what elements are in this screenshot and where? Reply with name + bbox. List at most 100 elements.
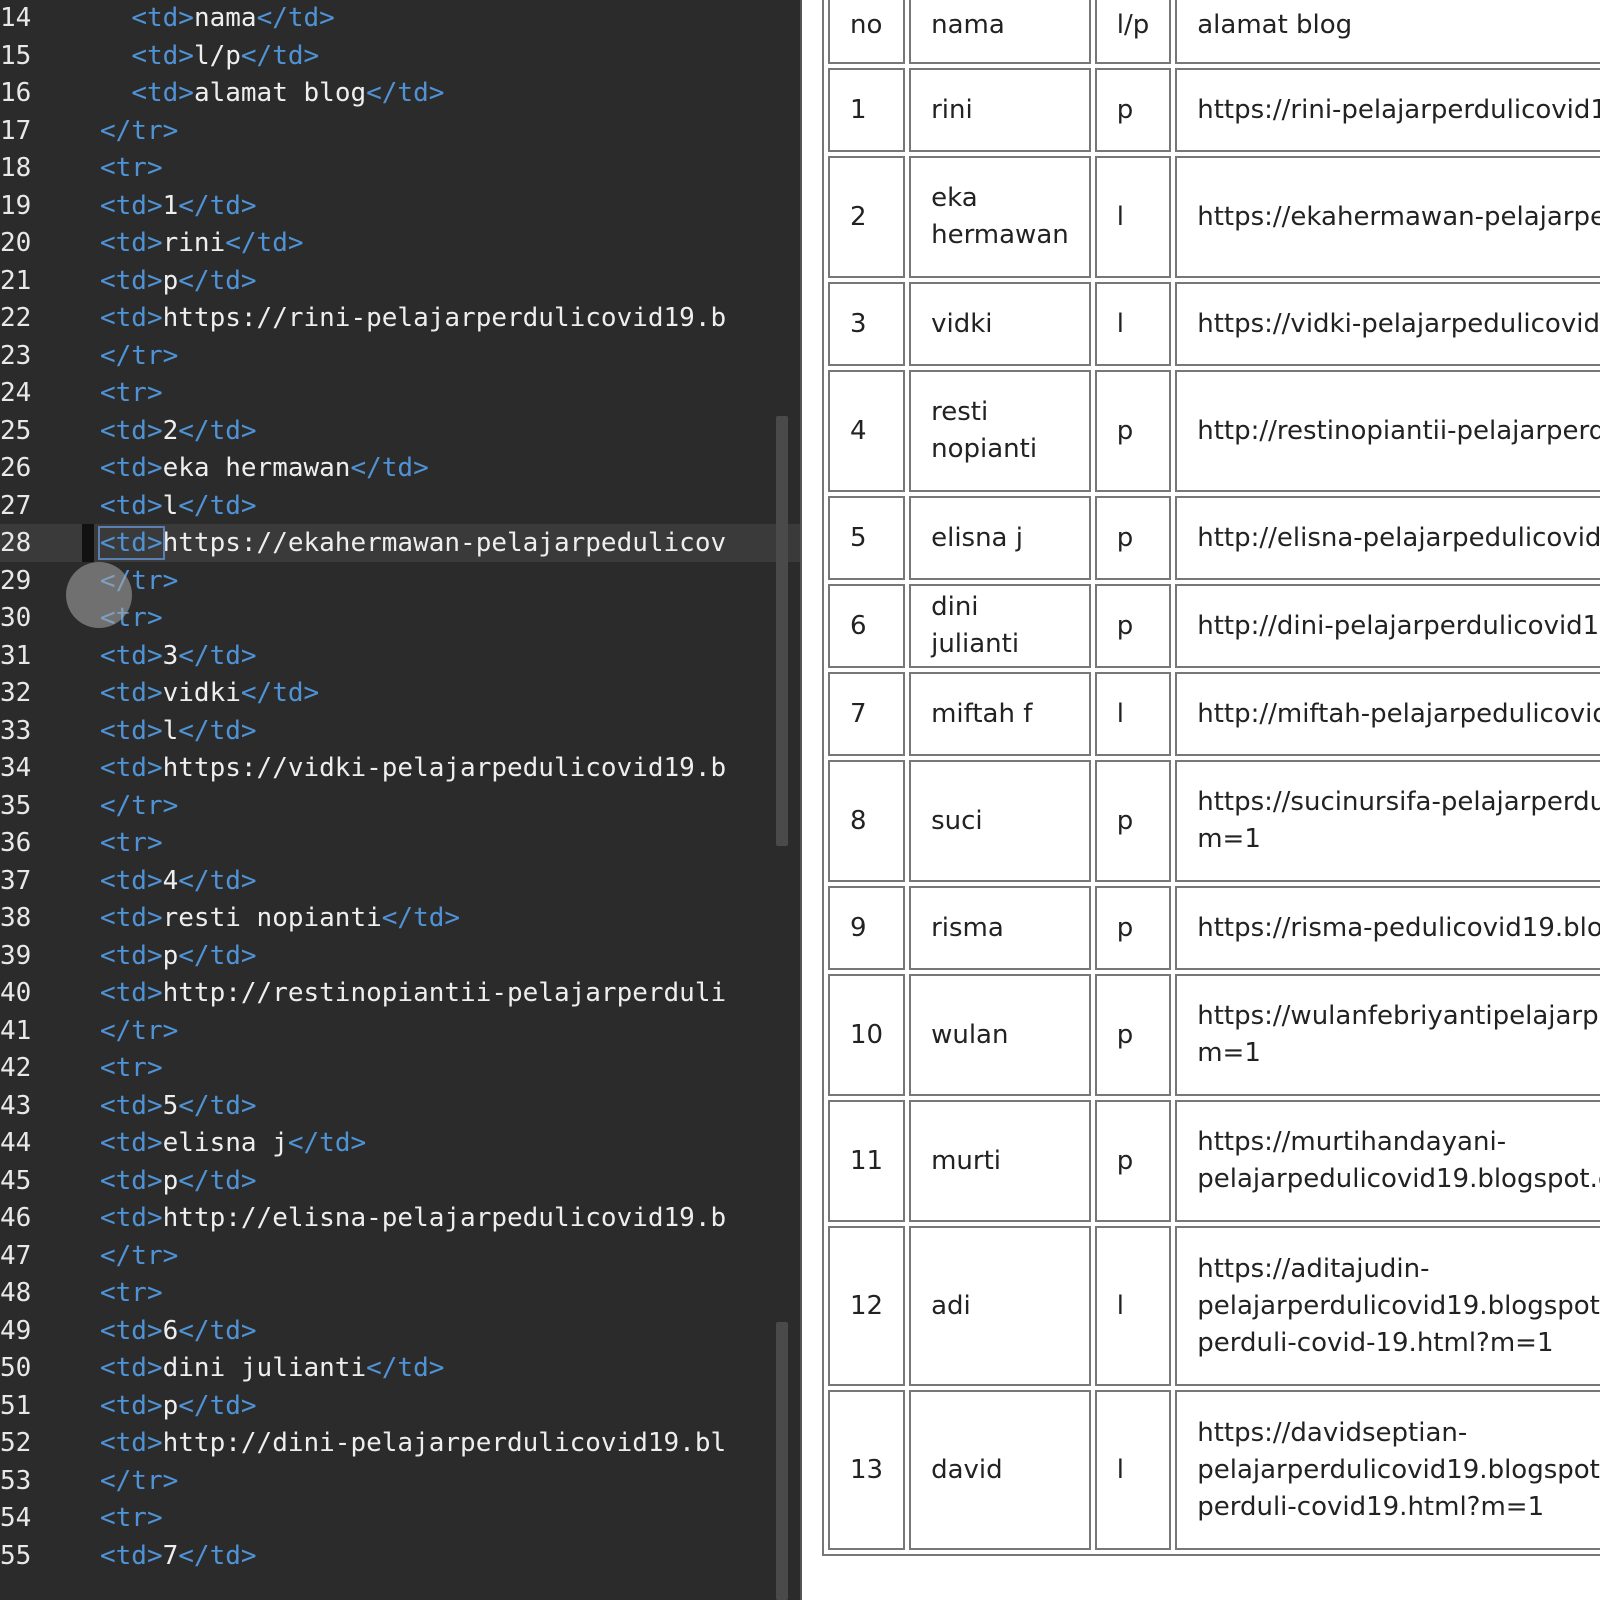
code-text[interactable]: <tr>: [100, 1499, 163, 1537]
code-line[interactable]: 51 <td>p</td>: [0, 1387, 800, 1425]
code-text[interactable]: <td>4</td>: [100, 862, 257, 900]
code-text[interactable]: <tr>: [100, 1274, 163, 1312]
code-line[interactable]: 48 <tr>: [0, 1274, 800, 1312]
code-line[interactable]: 27 <td>l</td>: [0, 487, 800, 525]
code-text[interactable]: <tr>: [100, 1049, 163, 1087]
code-text[interactable]: <td>5</td>: [100, 1087, 257, 1125]
code-line[interactable]: 33 <td>l</td>: [0, 712, 800, 750]
code-line[interactable]: 54 <tr>: [0, 1499, 800, 1537]
code-text[interactable]: </tr>: [100, 1462, 178, 1500]
code-line[interactable]: 41 </tr>: [0, 1012, 800, 1050]
code-text[interactable]: <td>elisna j</td>: [100, 1124, 366, 1162]
code-text[interactable]: <td>l/p</td>: [100, 37, 319, 75]
code-line[interactable]: 40 <td>http://restinopiantii-pelajarperdu…: [0, 974, 800, 1012]
code-text[interactable]: <td>2</td>: [100, 412, 257, 450]
code-line[interactable]: 25 <td>2</td>: [0, 412, 800, 450]
code-line[interactable]: 42 <tr>: [0, 1049, 800, 1087]
code-text[interactable]: <td>l</td>: [100, 712, 257, 750]
code-line[interactable]: 43 <td>5</td>: [0, 1087, 800, 1125]
code-line[interactable]: 17 </tr>: [0, 112, 800, 150]
code-line[interactable]: 50 <td>dini julianti</td>: [0, 1349, 800, 1387]
code-text[interactable]: <td>p</td>: [100, 937, 257, 975]
code-line[interactable]: 36 <tr>: [0, 824, 800, 862]
line-number: 38: [0, 903, 32, 933]
code-line[interactable]: 21 <td>p</td>: [0, 262, 800, 300]
code-text[interactable]: <td>1</td>: [100, 187, 257, 225]
cell-no: 2: [828, 156, 906, 278]
code-line[interactable]: 23 </tr>: [0, 337, 800, 375]
code-text[interactable]: <td>https://vidki-pelajarpedulicovid19.b: [100, 749, 726, 787]
code-line[interactable]: 31 <td>3</td>: [0, 637, 800, 675]
code-line[interactable]: 28 <td>https://ekahermawan-pelajarpedulic…: [0, 524, 800, 562]
code-text[interactable]: <td>http://elisna-pelajarpedulicovid19.b: [100, 1199, 726, 1237]
code-line[interactable]: 46 <td>http://elisna-pelajarpedulicovid19…: [0, 1199, 800, 1237]
code-text[interactable]: </tr>: [100, 787, 178, 825]
code-text[interactable]: <td>http://dini-pelajarperdulicovid19.bl: [100, 1424, 726, 1462]
code-text[interactable]: <td>p</td>: [100, 1162, 257, 1200]
code-text[interactable]: <td>http://restinopiantii-pelajarperduli: [100, 974, 726, 1012]
code-line[interactable]: 38 <td>resti nopianti</td>: [0, 899, 800, 937]
code-line[interactable]: 20 <td>rini</td>: [0, 224, 800, 262]
cell-url: https://ekahermawan-pelajarpedulicov: [1175, 156, 1600, 278]
code-line[interactable]: 44 <td>elisna j</td>: [0, 1124, 800, 1162]
table-row: 10wulanphttps://wulanfebriyantipelajarpe…: [828, 974, 1600, 1096]
code-line[interactable]: 35 </tr>: [0, 787, 800, 825]
code-line[interactable]: 32 <td>vidki</td>: [0, 674, 800, 712]
line-number: 21: [0, 265, 32, 296]
code-text[interactable]: <td>https://rini-pelajarperdulicovid19.b: [100, 299, 726, 337]
code-line[interactable]: 52 <td>http://dini-pelajarperdulicovid19.…: [0, 1424, 800, 1462]
code-line[interactable]: 53 </tr>: [0, 1462, 800, 1500]
code-tag: <tr>: [100, 378, 163, 408]
line-number: 43: [0, 1090, 32, 1121]
code-text[interactable]: <td>nama</td>: [100, 0, 335, 37]
code-content: l: [162, 715, 179, 746]
html-preview-pane[interactable]: no nama l/p alamat blog 1 rini p https://ri…: [800, 0, 1600, 1600]
code-text[interactable]: <tr>: [100, 149, 163, 187]
cell-url: http://dini-pelajarperdulicovid19.blogsp: [1175, 584, 1600, 668]
code-editor-pane[interactable]: 14 <td>nama</td> 15 <td>l/p</td> 16 <td>al…: [0, 0, 800, 1600]
code-line[interactable]: 14 <td>nama</td>: [0, 0, 800, 37]
code-line[interactable]: 18 <tr>: [0, 149, 800, 187]
code-text[interactable]: <td>p</td>: [100, 1387, 257, 1425]
code-line[interactable]: 22 <td>https://rini-pelajarperdulicovid19…: [0, 299, 800, 337]
code-line[interactable]: 34 <td>https://vidki-pelajarpedulicovid19…: [0, 749, 800, 787]
code-text[interactable]: <td>3</td>: [100, 637, 257, 675]
code-tag: </td>: [178, 865, 257, 896]
code-line[interactable]: 16 <td>alamat blog</td>: [0, 74, 800, 112]
code-line[interactable]: 37 <td>4</td>: [0, 862, 800, 900]
code-text[interactable]: <td>7</td>: [100, 1537, 257, 1575]
code-line[interactable]: 45 <td>p</td>: [0, 1162, 800, 1200]
code-line[interactable]: 19 <td>1</td>: [0, 187, 800, 225]
code-line[interactable]: 49 <td>6</td>: [0, 1312, 800, 1350]
code-text[interactable]: <td>6</td>: [100, 1312, 257, 1350]
code-text[interactable]: <td>l</td>: [100, 487, 257, 525]
code-line[interactable]: 47 </tr>: [0, 1237, 800, 1275]
code-text[interactable]: <td>rini</td>: [100, 224, 304, 262]
code-text[interactable]: <td>eka hermawan</td>: [100, 449, 429, 487]
code-text[interactable]: </tr>: [100, 1012, 178, 1050]
code-text[interactable]: <td>dini julianti</td>: [100, 1349, 444, 1387]
line-number: 18: [0, 153, 32, 183]
cell-no: 9: [828, 886, 906, 970]
code-text[interactable]: <td>vidki</td>: [100, 674, 319, 712]
code-text[interactable]: <td>alamat blog</td>: [100, 74, 444, 112]
code-text[interactable]: </tr>: [100, 1237, 178, 1275]
code-text[interactable]: <tr>: [100, 374, 163, 412]
code-line[interactable]: 26 <td>eka hermawan</td>: [0, 449, 800, 487]
code-text[interactable]: <td>p</td>: [100, 262, 257, 300]
editor-scrollbar-lower[interactable]: [776, 1322, 788, 1600]
editor-scrollbar-upper[interactable]: [776, 416, 788, 846]
code-text[interactable]: </tr>: [100, 337, 178, 375]
code-text[interactable]: <tr>: [100, 824, 163, 862]
line-number: 25: [0, 415, 32, 446]
code-text[interactable]: <td>resti nopianti</td>: [100, 899, 460, 937]
code-text[interactable]: <td>https://ekahermawan-pelajarpedulicov: [98, 524, 726, 562]
code-tag: <td>: [100, 228, 163, 258]
cell-nama: vidki: [909, 282, 1091, 366]
code-line[interactable]: 15 <td>l/p</td>: [0, 37, 800, 75]
code-line[interactable]: 39 <td>p</td>: [0, 937, 800, 975]
code-text[interactable]: </tr>: [100, 112, 178, 150]
cell-nama: wulan: [909, 974, 1091, 1096]
code-line[interactable]: 24 <tr>: [0, 374, 800, 412]
code-line[interactable]: 55 <td>7</td>: [0, 1537, 800, 1575]
